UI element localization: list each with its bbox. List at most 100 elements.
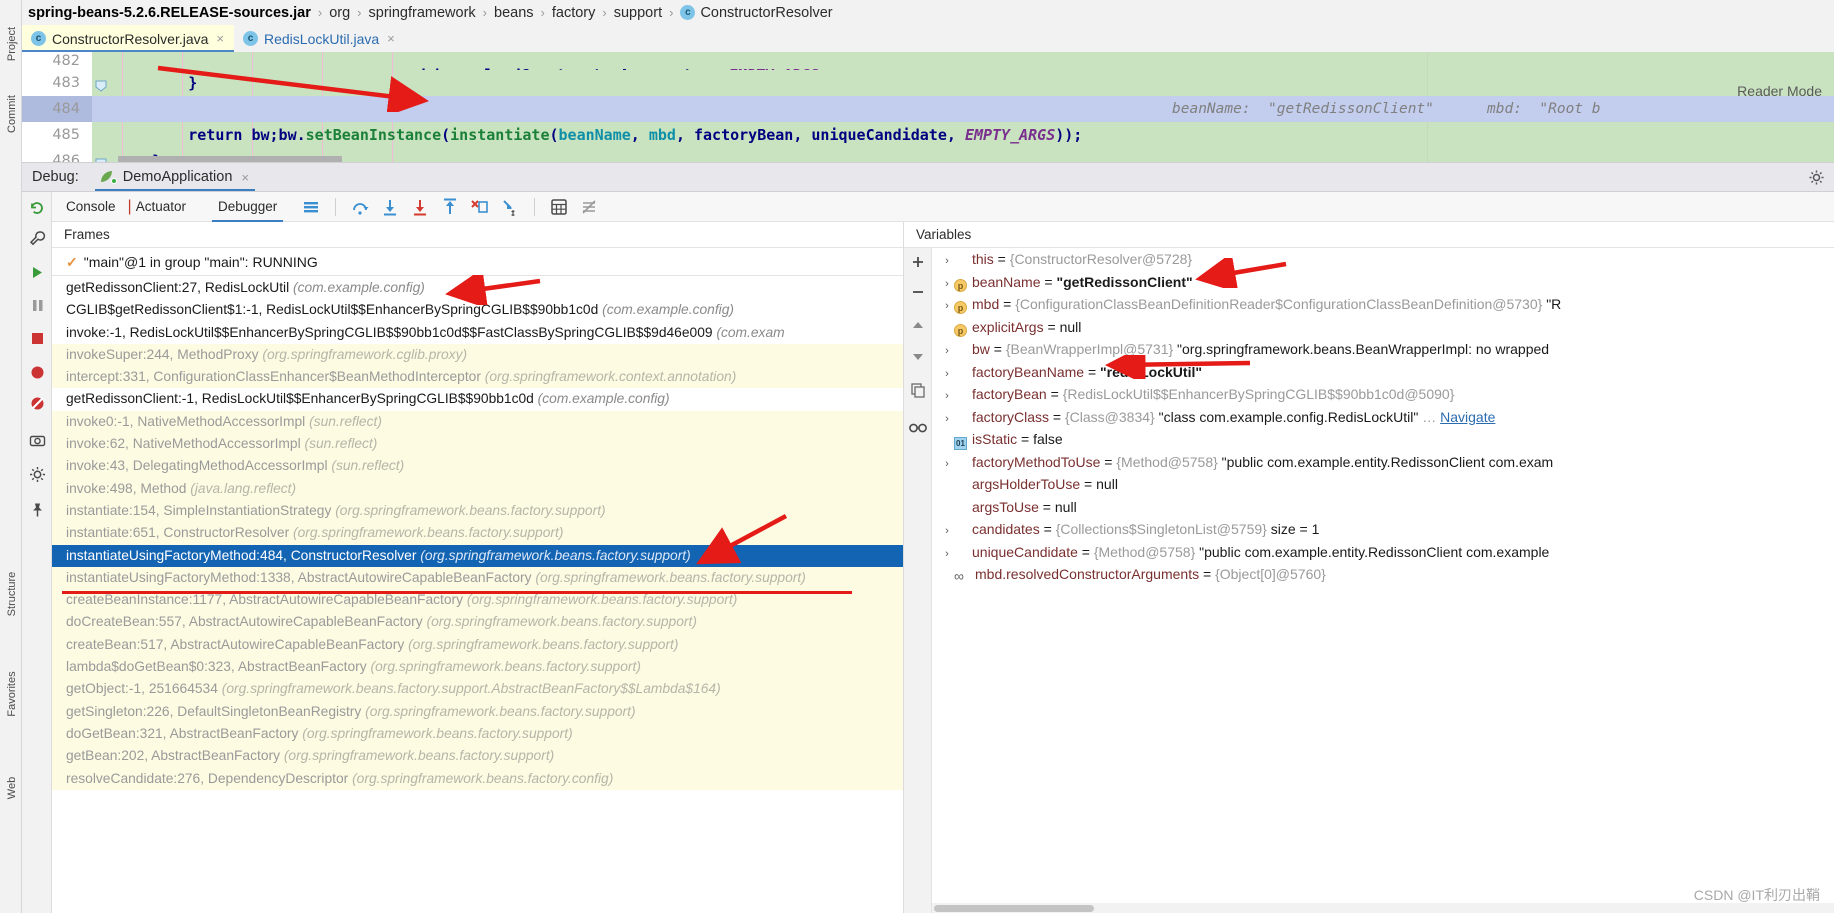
variable-row[interactable]: › factoryMethodToUse = {Method@5758} "pub… xyxy=(932,451,1834,474)
frame-row[interactable]: createBean:517, AbstractAutowireCapableB… xyxy=(52,633,903,657)
tab-actuator[interactable]: Actuator xyxy=(136,199,186,214)
frame-row[interactable]: invoke:498, Method (java.lang.reflect) xyxy=(52,477,903,500)
variable-row[interactable]: ∞ mbd.resolvedConstructorArguments = {Obj… xyxy=(932,563,1834,586)
frame-row[interactable]: lambda$doGetBean$0:323, AbstractBeanFact… xyxy=(52,656,903,679)
chevron-right-icon[interactable]: › xyxy=(940,385,954,408)
frame-row[interactable]: intercept:331, ConfigurationClassEnhance… xyxy=(52,366,903,389)
frame-row[interactable]: invoke:62, NativeMethodAccessorImpl (sun… xyxy=(52,433,903,456)
layout-settings-icon[interactable] xyxy=(301,197,321,217)
chevron-right-icon[interactable]: › xyxy=(940,520,954,543)
variable-row[interactable]: › this = {ConstructorResolver@5728} xyxy=(932,248,1834,271)
frame-row[interactable]: instantiateUsingFactoryMethod:1338, Abst… xyxy=(52,566,903,590)
frame-row[interactable]: instantiate:651, ConstructorResolver (or… xyxy=(52,522,903,545)
close-icon[interactable]: × xyxy=(387,31,395,46)
frame-row[interactable]: getObject:-1, 251664534 (org.springframe… xyxy=(52,678,903,701)
frame-row[interactable]: instantiate:154, SimpleInstantiationStra… xyxy=(52,499,903,523)
call-stack-list[interactable]: getRedissonClient:27, RedisLockUtil (com… xyxy=(52,277,903,913)
code-editor[interactable]: 482 mbd.resolvedConstructorArguments = E… xyxy=(22,52,1834,162)
close-icon[interactable]: × xyxy=(241,170,249,185)
variable-row[interactable]: 01 isStatic = false xyxy=(932,428,1834,451)
frame-row-selected[interactable]: instantiateUsingFactoryMethod:484, Const… xyxy=(52,544,903,567)
frame-row[interactable]: getBean:202, AbstractBeanFactory (org.sp… xyxy=(52,745,903,768)
chevron-right-icon[interactable]: › xyxy=(940,273,954,296)
breadcrumb-item-support[interactable]: support xyxy=(614,5,662,21)
editor-tab-redislockutil[interactable]: c RedisLockUtil.java × xyxy=(234,25,405,52)
chevron-right-icon[interactable]: › xyxy=(940,250,954,273)
variable-row[interactable]: › factoryClass = {Class@3834} "class com.… xyxy=(932,406,1834,429)
force-step-into-icon[interactable] xyxy=(410,197,430,217)
settings-icon[interactable] xyxy=(29,466,46,483)
mute-breakpoints-icon[interactable] xyxy=(29,395,46,412)
frame-row[interactable]: doGetBean:321, AbstractBeanFactory (org.… xyxy=(52,722,903,746)
breadcrumb-item-org[interactable]: org xyxy=(329,5,350,21)
tool-button-commit[interactable]: Commit xyxy=(6,88,18,140)
stop-icon[interactable] xyxy=(29,330,46,347)
editor-tab-constructorresolver[interactable]: c ConstructorResolver.java × xyxy=(22,25,234,52)
chevron-right-icon[interactable]: › xyxy=(940,340,954,363)
move-down-icon[interactable] xyxy=(910,348,926,364)
tool-button-favorites[interactable]: Favorites xyxy=(6,668,18,720)
tool-button-project[interactable]: Project xyxy=(6,18,18,70)
variable-row[interactable]: › bw = {BeanWrapperImpl@5731} "org.spring… xyxy=(932,338,1834,361)
variable-row[interactable]: argsHolderToUse = null xyxy=(932,473,1834,496)
frame-row[interactable]: createBeanInstance:1177, AbstractAutowir… xyxy=(52,589,903,612)
breadcrumb-leaf[interactable]: ConstructorResolver xyxy=(700,5,832,21)
run-to-cursor-icon[interactable] xyxy=(500,197,520,217)
variable-row[interactable]: argsToUse = null xyxy=(932,496,1834,519)
code-line-current[interactable]: 484 bw.setBeanInstance(instantiate(beanN… xyxy=(22,96,1834,144)
breadcrumb-item-factory[interactable]: factory xyxy=(552,5,596,21)
camera-icon[interactable] xyxy=(29,432,46,449)
variable-row[interactable]: p explicitArgs = null xyxy=(932,316,1834,339)
tab-debugger[interactable]: Debugger xyxy=(211,192,284,222)
pause-icon[interactable] xyxy=(29,297,46,314)
chevron-right-icon[interactable]: › xyxy=(940,363,954,386)
run-configuration-tab[interactable]: DemoApplication × xyxy=(93,163,257,192)
frame-row[interactable]: invoke:-1, RedisLockUtil$$EnhancerBySpri… xyxy=(52,321,903,344)
copy-icon[interactable] xyxy=(910,382,926,398)
chevron-right-icon[interactable]: › xyxy=(940,408,954,431)
chevron-right-icon[interactable]: › xyxy=(940,295,954,318)
code-fold-icon[interactable] xyxy=(94,76,108,92)
resume-icon[interactable] xyxy=(29,264,46,281)
close-icon[interactable]: × xyxy=(216,31,224,46)
wrench-icon[interactable] xyxy=(29,230,46,247)
variable-row[interactable]: › candidates = {Collections$SingletonList… xyxy=(932,518,1834,541)
tab-console[interactable]: Console xyxy=(66,199,116,214)
code-line[interactable]: 482 mbd.resolvedConstructorArguments = E… xyxy=(22,52,1834,70)
step-over-icon[interactable] xyxy=(350,197,370,217)
variable-row[interactable]: › p mbd = {ConfigurationClassBeanDefinitio… xyxy=(932,293,1834,316)
breadcrumb-item-springframework[interactable]: springframework xyxy=(369,5,476,21)
scrollbar-thumb[interactable] xyxy=(934,905,1094,912)
frame-row[interactable]: CGLIB$getRedissonClient$1:-1, RedisLockU… xyxy=(52,299,903,322)
remove-watch-icon[interactable] xyxy=(910,284,926,300)
gear-icon[interactable] xyxy=(1809,170,1824,185)
step-into-icon[interactable] xyxy=(380,197,400,217)
code-fold-icon[interactable] xyxy=(94,154,108,162)
breadcrumb-item-beans[interactable]: beans xyxy=(494,5,534,21)
frame-row[interactable]: getRedissonClient:-1, RedisLockUtil$$Enh… xyxy=(52,388,903,411)
evaluate-expression-icon[interactable] xyxy=(549,197,569,217)
thread-selector[interactable]: ✓ "main"@1 in group "main": RUNNING xyxy=(52,248,903,299)
tool-button-structure[interactable]: Structure xyxy=(6,568,18,620)
step-out-icon[interactable] xyxy=(440,197,460,217)
code-line[interactable]: 483 } xyxy=(22,70,1834,96)
view-breakpoints-icon[interactable] xyxy=(29,364,46,381)
frame-row[interactable]: invoke:43, DelegatingMethodAccessorImpl … xyxy=(52,455,903,478)
variable-row[interactable]: › p beanName = "getRedissonClient" xyxy=(932,271,1834,294)
mute-breakpoints-icon[interactable] xyxy=(579,197,599,217)
chevron-right-icon[interactable]: › xyxy=(940,453,954,476)
reader-mode-label[interactable]: Reader Mode xyxy=(1737,78,1822,104)
pin-icon[interactable] xyxy=(29,502,46,519)
frame-row[interactable]: invoke0:-1, NativeMethodAccessorImpl (su… xyxy=(52,410,903,434)
move-up-icon[interactable] xyxy=(910,318,926,334)
variable-row[interactable]: › factoryBean = {RedisLockUtil$$EnhancerB… xyxy=(932,383,1834,406)
navigate-link[interactable]: Navigate xyxy=(1440,409,1495,425)
code-line[interactable]: 486 } xyxy=(22,148,1834,162)
frame-row[interactable]: resolveCandidate:276, DependencyDescript… xyxy=(52,767,903,790)
frame-row[interactable]: getRedissonClient:27, RedisLockUtil (com… xyxy=(52,277,903,300)
glasses-icon[interactable] xyxy=(908,420,928,436)
add-watch-icon[interactable] xyxy=(910,254,926,270)
code-line[interactable]: 485 return bw; xyxy=(22,122,1834,148)
variables-list[interactable]: › this = {ConstructorResolver@5728} › p bean… xyxy=(932,248,1834,913)
breadcrumb-root[interactable]: spring-beans-5.2.6.RELEASE-sources.jar xyxy=(28,5,311,21)
